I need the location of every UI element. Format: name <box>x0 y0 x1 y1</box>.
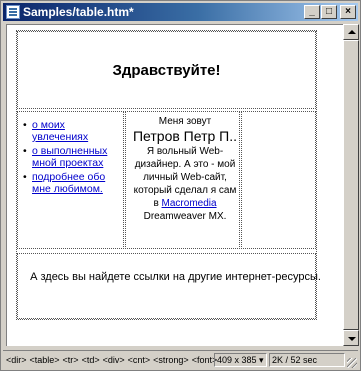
window-size: 409 x 385 <box>217 355 257 365</box>
chevron-down-icon: ▾ <box>256 355 264 365</box>
author-name: Петров Петр П.. <box>132 128 237 144</box>
status-bar: <dir> <table> <tr> <td> <div> <cnt> <strong> <f… <box>3 350 358 369</box>
bio-text: Меня зовут Петров Петр П.. Я вольный Web… <box>130 115 240 223</box>
maximize-button[interactable]: □ <box>321 5 337 19</box>
tag-div[interactable]: <div> <box>103 355 125 365</box>
header-cell[interactable]: Здравствуйте! <box>17 31 316 109</box>
title-bar[interactable]: Samples/table.htm* _ □ × <box>3 3 358 21</box>
document-icon <box>6 5 20 19</box>
close-button[interactable]: × <box>340 5 356 19</box>
download-info-text: 2K / 52 sec <box>272 355 318 365</box>
footer-cell[interactable] <box>17 253 316 319</box>
vertical-scrollbar[interactable] <box>343 24 359 346</box>
list-item: о выполненных мной проектах <box>23 145 115 169</box>
window-title: Samples/table.htm* <box>23 5 134 19</box>
list-item: подробнее обо мне любимом. <box>23 171 115 195</box>
window-size-dropdown[interactable]: 409 x 385 ▾ <box>214 353 267 367</box>
scroll-down-button[interactable] <box>343 330 359 346</box>
hobbies-link[interactable]: о моих увлечениях <box>32 119 88 143</box>
links-list: о моих увлечениях о выполненных мной про… <box>23 119 115 197</box>
bio-ending: Dreamweaver MX. <box>143 211 227 222</box>
arrow-down-icon <box>348 337 356 341</box>
tag-cnt[interactable]: <cnt> <box>128 355 151 365</box>
arrow-up-icon <box>348 30 356 34</box>
tag-td[interactable]: <td> <box>82 355 100 365</box>
list-item: о моих увлечениях <box>23 119 115 143</box>
download-info: 2K / 52 sec <box>269 353 345 367</box>
design-view[interactable]: Здравствуйте! о моих увлечениях о выполн… <box>6 24 343 346</box>
footer-text: А здесь вы найдете ссылки на другие инте… <box>30 271 321 283</box>
bio-intro: Меня зовут <box>158 116 212 127</box>
about-me-link[interactable]: подробнее обо мне любимом. <box>32 171 105 195</box>
tag-selector: <dir> <table> <tr> <td> <div> <cnt> <strong> <f… <box>6 355 220 365</box>
tag-tr[interactable]: <tr> <box>63 355 79 365</box>
minimize-button[interactable]: _ <box>304 5 320 19</box>
macromedia-link[interactable]: Macromedia <box>162 198 217 209</box>
projects-link[interactable]: о выполненных мной проектах <box>32 145 107 169</box>
scroll-up-button[interactable] <box>343 24 359 40</box>
empty-cell[interactable] <box>241 111 316 249</box>
scroll-thumb[interactable] <box>343 40 359 330</box>
resize-grip[interactable] <box>347 358 357 368</box>
page-greeting: Здравствуйте! <box>112 62 221 79</box>
tag-strong[interactable]: <strong> <box>153 355 189 365</box>
tag-dir[interactable]: <dir> <box>6 355 27 365</box>
tag-table[interactable]: <table> <box>30 355 60 365</box>
document-window: Samples/table.htm* _ □ × Здравствуйте! о… <box>0 0 361 371</box>
